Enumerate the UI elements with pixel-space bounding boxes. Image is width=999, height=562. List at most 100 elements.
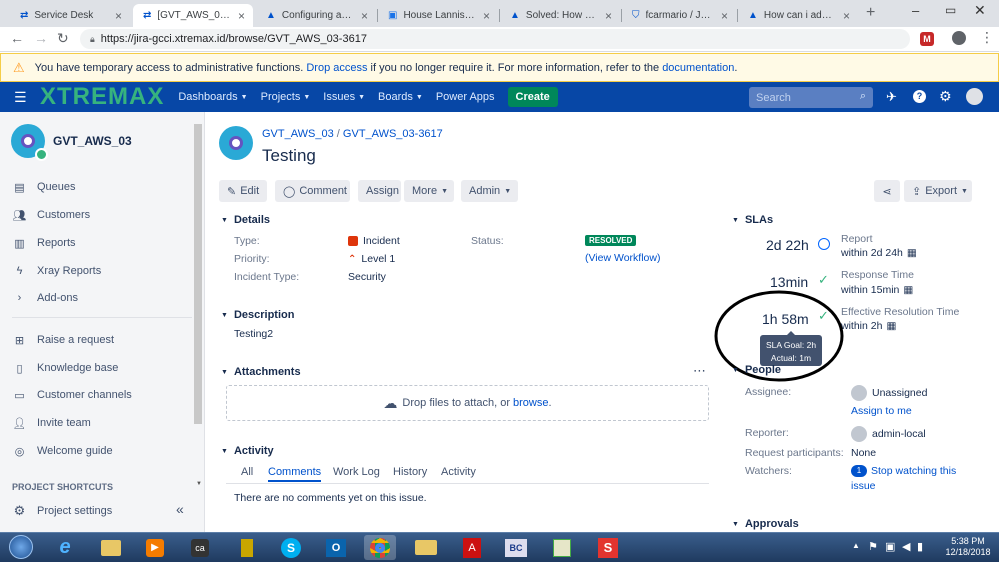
tray-display-icon[interactable]: ▣ (885, 540, 895, 553)
approvals-section-heading[interactable]: ▼ Approvals (732, 518, 799, 530)
issue-title[interactable]: Testing (262, 146, 316, 166)
stop-watching-link-cont[interactable]: issue (851, 480, 876, 492)
menu-dots-icon[interactable]: ⋮ (980, 29, 994, 46)
taskbar-skype-icon[interactable]: S (275, 535, 307, 560)
nav-boards[interactable]: Boards ▼ (378, 91, 423, 103)
activity-tab-history[interactable]: History (393, 466, 427, 478)
browser-tab-solved[interactable]: ▲ Solved: How to use × (500, 4, 620, 27)
sidebar-item-customer-channels[interactable]: ▭ Customer channels (12, 386, 131, 404)
activity-tab-work-log[interactable]: Work Log (333, 466, 380, 478)
people-section-heading[interactable]: ▼ People (732, 364, 781, 376)
back-icon[interactable]: ← (10, 30, 24, 46)
tray-power-icon[interactable]: ▮ (917, 540, 923, 553)
view-workflow-link[interactable]: (View Workflow) (585, 252, 660, 264)
sidebar-item-raise-request[interactable]: ⊞ Raise a request (12, 331, 114, 349)
browser-tab-service-desk[interactable]: ⇄ Service Desk × (10, 4, 130, 27)
more-button[interactable]: More ▼ (404, 180, 454, 202)
project-name[interactable]: GVT_AWS_03 (53, 134, 132, 148)
description-text[interactable]: Testing2 (234, 328, 273, 340)
browser-tab-configuring[interactable]: ▲ Configuring a custom × (256, 4, 376, 27)
settings-gear-icon[interactable]: ⚙ (939, 88, 952, 105)
forward-icon[interactable]: → (34, 30, 48, 46)
taskbar-folder-icon[interactable] (410, 535, 442, 560)
new-tab-icon[interactable]: + (866, 4, 875, 22)
breadcrumb-issue-key[interactable]: GVT_AWS_03-3617 (343, 128, 443, 140)
close-tab-icon[interactable]: × (721, 9, 728, 23)
sidebar-item-project-settings[interactable]: ⚙ Project settings (12, 502, 113, 520)
request-participants-value[interactable]: None (851, 447, 876, 459)
activity-section-heading[interactable]: ▼ Activity (221, 445, 274, 457)
attachments-section-heading[interactable]: ▼ Attachments (221, 366, 301, 378)
activity-tab-activity[interactable]: Activity (441, 466, 476, 478)
user-avatar[interactable] (966, 88, 983, 105)
comment-button[interactable]: ◯ Comment (275, 180, 350, 202)
tray-network-icon[interactable]: ⚑ (868, 540, 878, 553)
xtremax-logo[interactable]: XTREMAX (40, 83, 164, 111)
details-section-heading[interactable]: ▼ Details (221, 214, 270, 226)
close-tab-icon[interactable]: × (483, 9, 490, 23)
drop-access-link[interactable]: Drop access (306, 62, 367, 74)
sidebar-item-customers[interactable]: 👥︎ Customers (12, 206, 91, 224)
sidebar-item-invite-team[interactable]: 👤︎ Invite team (12, 414, 91, 432)
taskbar-app-ca-icon[interactable]: ca (184, 535, 216, 560)
attachments-more-icon[interactable]: ⋯ (693, 363, 706, 379)
create-button[interactable]: Create (507, 87, 558, 107)
minimize-window-icon[interactable]: – (912, 3, 919, 18)
taskbar-chart-app-icon[interactable] (546, 535, 578, 560)
tray-expand-icon[interactable]: ▲ (852, 541, 860, 550)
status-badge[interactable]: RESOLVED (585, 235, 637, 246)
admin-button[interactable]: Admin ▼ (461, 180, 518, 202)
close-window-icon[interactable]: ✕ (974, 2, 986, 19)
taskbar-ie-icon[interactable]: e (49, 535, 81, 560)
browser-tab-howcan[interactable]: ▲ How can i add a ne × (738, 4, 858, 27)
extension-shield-icon[interactable]: M (920, 32, 934, 46)
start-button[interactable] (4, 532, 38, 562)
close-tab-icon[interactable]: × (843, 9, 850, 23)
nav-issues[interactable]: Issues ▼ (323, 91, 365, 103)
app-switcher-icon[interactable]: ☰ (14, 89, 28, 106)
assign-button[interactable]: Assign (358, 180, 401, 202)
reporter-value[interactable]: admin-local (851, 426, 926, 442)
taskbar-s-app-icon[interactable]: S (592, 535, 624, 560)
reload-icon[interactable]: ↻ (57, 30, 69, 47)
search-input[interactable]: Search ⌕ (749, 87, 873, 108)
documentation-link[interactable]: documentation (662, 62, 734, 74)
taskbar-explorer-icon[interactable] (95, 535, 127, 560)
edit-button[interactable]: ✎ Edit (219, 180, 267, 202)
slas-section-heading[interactable]: ▼ SLAs (732, 214, 773, 226)
browser-tab-issue[interactable]: ⇄ [GVT_AWS_03-3617] Testi × (133, 4, 253, 27)
taskbar-acrobat-icon[interactable]: A (456, 535, 488, 560)
sidebar-item-queues[interactable]: ▤ Queues (12, 178, 75, 196)
share-button[interactable]: ⋖ (874, 180, 900, 202)
tray-volume-icon[interactable]: ◀ (902, 540, 910, 553)
close-tab-icon[interactable]: × (115, 9, 122, 23)
browse-link[interactable]: browse (513, 397, 548, 409)
activity-tab-all[interactable]: All (241, 466, 253, 478)
url-bar[interactable]: 🔒︎ https://jira-gcci.xtremax.id/browse/G… (80, 29, 910, 49)
nav-power-apps[interactable]: Power Apps (436, 91, 495, 103)
export-button[interactable]: ⇪ Export ▼ (904, 180, 972, 202)
notifications-icon[interactable]: ✈ (886, 89, 897, 105)
profile-icon[interactable] (952, 31, 966, 45)
browser-tab-fcarmario[interactable]: ⛉ fcarmario / JIRA W × (622, 4, 736, 27)
sidebar-scrollbar[interactable] (194, 124, 202, 424)
scroll-down-arrow-icon[interactable]: ▼ (196, 481, 202, 487)
close-tab-icon[interactable]: × (238, 9, 245, 23)
sidebar-item-addons[interactable]: › Add-ons (12, 289, 78, 307)
browser-tab-lannister[interactable]: ▣ House Lannister Ep × (378, 4, 498, 27)
description-section-heading[interactable]: ▼ Description (221, 309, 294, 321)
taskbar-outlook-icon[interactable]: O (320, 535, 352, 560)
attachment-dropzone[interactable]: ☁ Drop files to attach, or browse. (226, 385, 709, 421)
close-tab-icon[interactable]: × (361, 9, 368, 23)
maximize-window-icon[interactable]: ▭ (945, 3, 956, 17)
taskbar-media-icon[interactable]: ▶ (139, 535, 171, 560)
sidebar-item-xray-reports[interactable]: ϟ Xray Reports (12, 262, 102, 280)
watchers-count-badge[interactable]: 1 (851, 465, 867, 477)
breadcrumb-project[interactable]: GVT_AWS_03 (262, 128, 334, 140)
activity-tab-comments[interactable]: Comments (268, 466, 322, 482)
nav-dashboards[interactable]: Dashboards ▼ (178, 91, 247, 103)
taskbar-bc-icon[interactable]: BC (500, 535, 532, 560)
taskbar-chrome-icon[interactable] (364, 535, 396, 560)
taskbar-app-icon[interactable] (231, 535, 263, 560)
sidebar-item-reports[interactable]: ▥ Reports (12, 234, 75, 252)
